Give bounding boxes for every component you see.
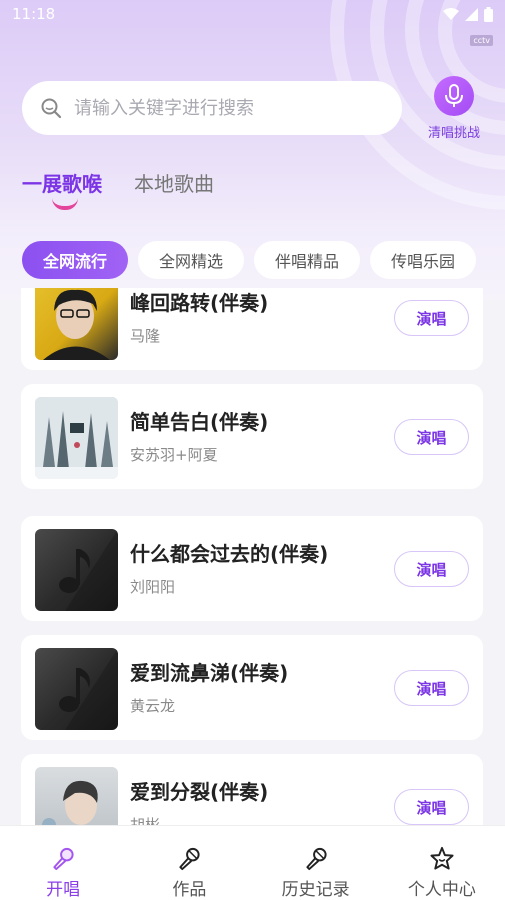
chip-accompaniment-picks[interactable]: 伴唱精品	[254, 241, 361, 279]
song-cover	[35, 288, 118, 360]
song-title: 简单告白(伴奏)	[130, 410, 269, 434]
status-bar: 11:18	[0, 0, 505, 28]
song-artist: 黄云龙	[130, 697, 176, 715]
song-cover	[35, 767, 118, 825]
sing-button[interactable]: 演唱	[394, 551, 469, 587]
chip-sing-paradise[interactable]: 传唱乐园	[370, 241, 477, 279]
song-card[interactable]: 峰回路转(伴奏) 马隆 演唱	[21, 288, 483, 370]
song-artist: 胡彬	[130, 816, 161, 825]
song-artist: 马隆	[130, 327, 161, 345]
portrait-image	[42, 780, 98, 825]
search-input[interactable]	[74, 97, 374, 119]
music-note-icon	[59, 648, 118, 730]
portrait-image	[43, 289, 110, 360]
microphone-icon	[306, 847, 327, 871]
main-tabs: 一展歌喉 本地歌曲	[22, 168, 214, 210]
microphone-icon	[445, 84, 463, 107]
song-cover	[35, 397, 118, 479]
song-title: 爱到流鼻涕(伴奏)	[130, 661, 289, 685]
chip-network-popular[interactable]: 全网流行	[22, 241, 129, 279]
star-face-icon	[430, 846, 454, 870]
song-card[interactable]: 简单告白(伴奏) 安苏羽+阿夏 演唱	[21, 384, 483, 489]
chip-network-selected[interactable]: 全网精选	[138, 241, 245, 279]
cctv-badge: cctv	[470, 35, 493, 46]
sing-challenge-button[interactable]: 清唱挑战	[422, 76, 486, 141]
sing-button[interactable]: 演唱	[394, 419, 469, 455]
search-icon	[41, 98, 62, 119]
tab-perform[interactable]: 一展歌喉	[22, 168, 102, 210]
music-note-icon	[59, 529, 118, 611]
signal-icon	[465, 7, 478, 21]
battery-icon	[484, 6, 493, 22]
song-list[interactable]: 峰回路转(伴奏) 马隆 演唱 简单告白(伴奏) 安苏羽+阿夏 演唱 什么都会过去…	[0, 288, 505, 825]
nav-profile[interactable]: 个人中心	[379, 826, 505, 900]
sing-button[interactable]: 演唱	[394, 300, 469, 336]
sing-challenge-label: 清唱挑战	[427, 126, 480, 141]
song-card[interactable]: 爱到分裂(伴奏) 胡彬 演唱	[21, 754, 483, 825]
song-card[interactable]: 爱到流鼻涕(伴奏) 黄云龙 演唱	[21, 635, 483, 740]
song-title: 峰回路转(伴奏)	[130, 291, 269, 315]
song-title: 爱到分裂(伴奏)	[130, 780, 269, 804]
song-title: 什么都会过去的(伴奏)	[130, 542, 329, 566]
sing-button[interactable]: 演唱	[394, 789, 469, 825]
nav-works[interactable]: 作品	[126, 826, 252, 900]
category-chips: 全网流行 全网精选 伴唱精品 传唱乐园	[22, 241, 477, 279]
bottom-navigation: 开唱 作品 历史记录 个人中心	[0, 825, 505, 900]
nav-sing[interactable]: 开唱	[0, 826, 126, 900]
tab-local-songs[interactable]: 本地歌曲	[134, 168, 214, 197]
song-card[interactable]: 什么都会过去的(伴奏) 刘阳阳 演唱	[21, 516, 483, 621]
song-artist: 刘阳阳	[130, 578, 176, 596]
status-time: 11:18	[12, 5, 56, 23]
song-cover	[35, 529, 118, 611]
search-bar[interactable]	[22, 81, 402, 135]
microphone-icon	[53, 847, 74, 871]
song-cover	[35, 648, 118, 730]
microphone-icon	[179, 847, 200, 871]
sing-button[interactable]: 演唱	[394, 670, 469, 706]
song-artist: 安苏羽+阿夏	[130, 446, 218, 464]
wifi-icon	[443, 8, 459, 20]
nav-history[interactable]: 历史记录	[253, 826, 379, 900]
winter-forest-image	[35, 397, 118, 479]
